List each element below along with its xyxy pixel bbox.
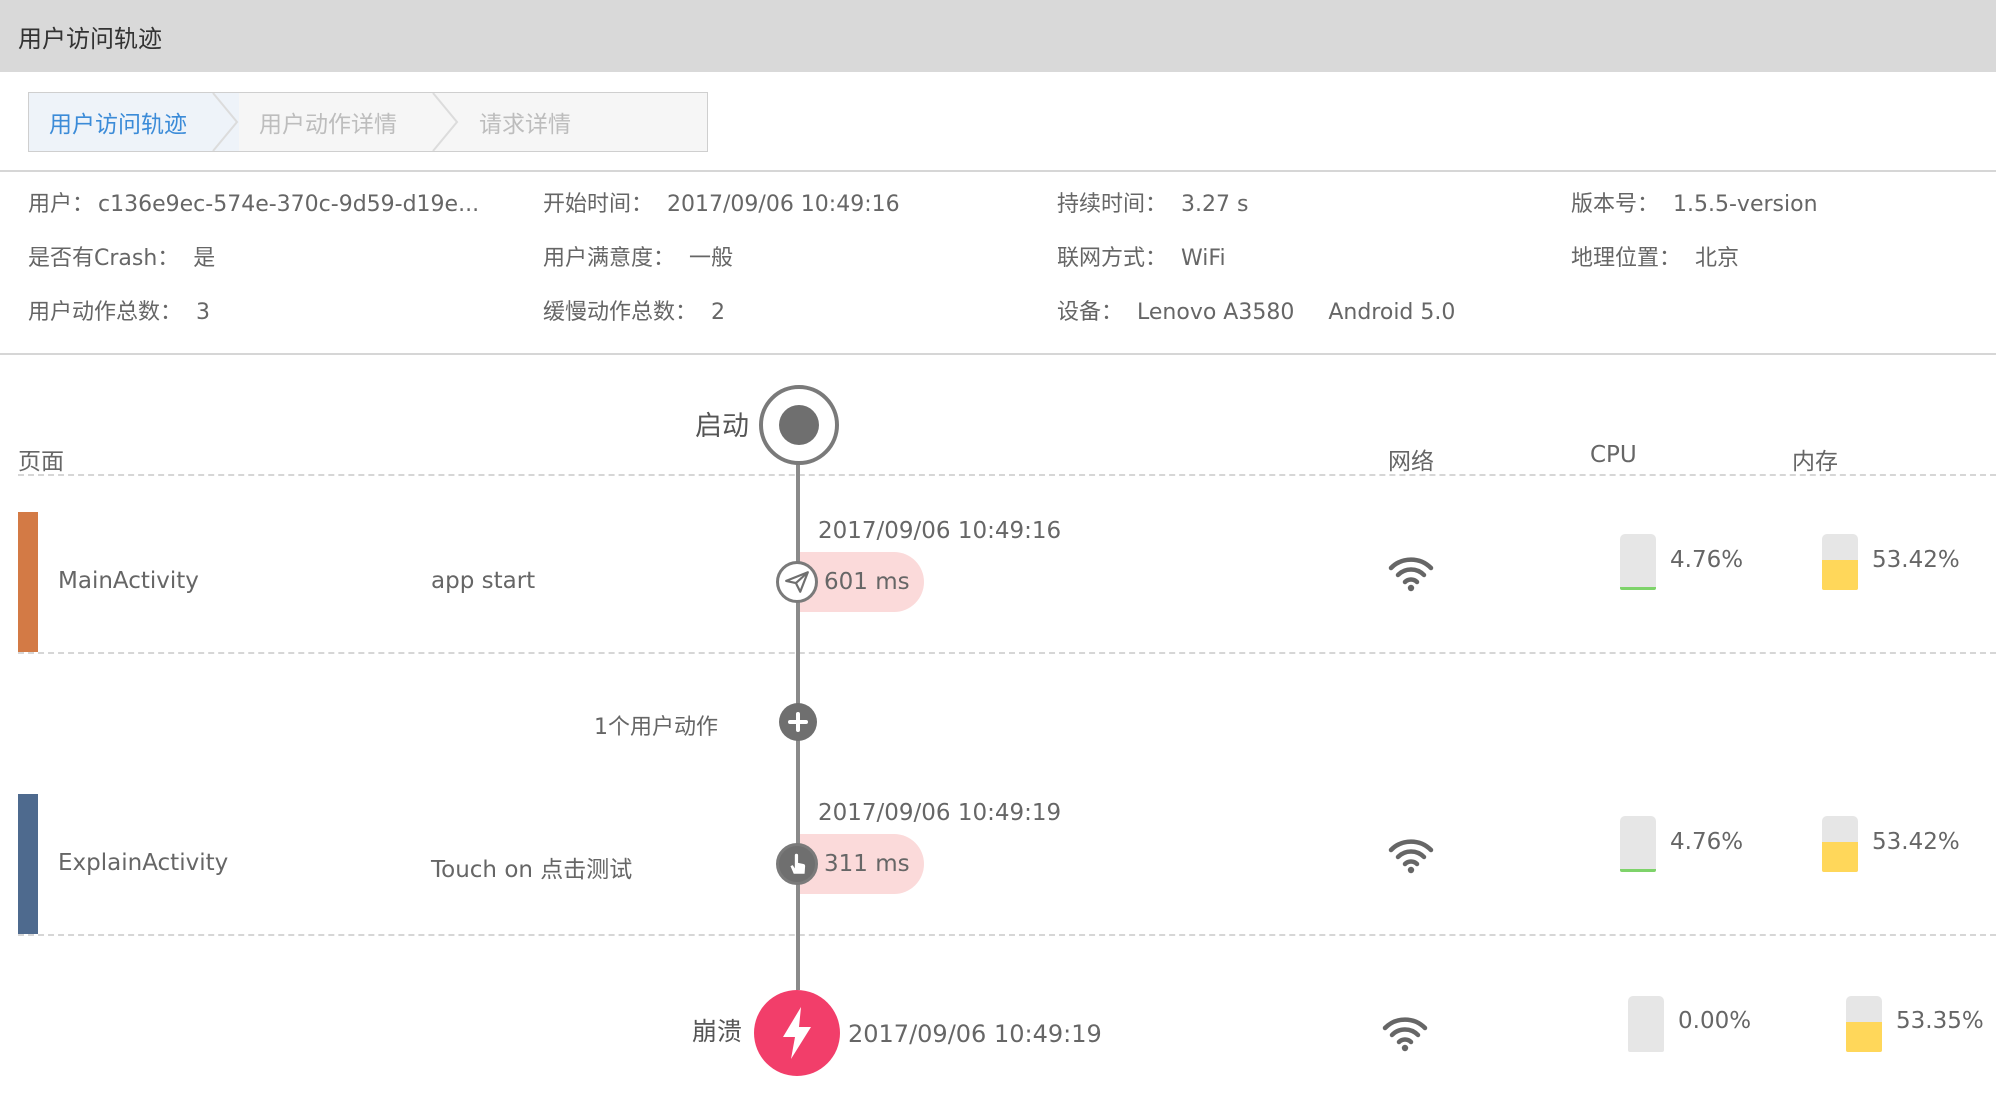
expand-plus-icon[interactable]: [779, 703, 817, 741]
action-time: 2017/09/06 10:49:16: [818, 518, 1062, 544]
row-divider: [18, 934, 1996, 936]
info-value: 3: [196, 300, 211, 325]
info-label: 版本号：: [1571, 192, 1660, 217]
wifi-icon: [1388, 557, 1434, 592]
info-label: 缓慢动作总数：: [543, 300, 698, 325]
start-label: 启动: [695, 411, 749, 442]
info-label: 用户动作总数：: [28, 300, 183, 325]
breadcrumb-label: 用户访问轨迹: [49, 112, 187, 138]
info-value: 2: [711, 300, 726, 325]
info-satisfaction: 用户满意度： 一般: [543, 240, 733, 272]
row-divider: [18, 474, 1996, 476]
info-value: Lenovo A3580: [1137, 300, 1295, 325]
info-value: WiFi: [1181, 246, 1226, 271]
column-header-network: 网络: [1388, 449, 1434, 475]
info-duration: 持续时间： 3.27 s: [1057, 186, 1248, 218]
collapsed-actions-label: 1个用户动作: [594, 715, 718, 740]
cpu-gauge: [1620, 534, 1656, 590]
column-header-cpu: CPU: [1590, 442, 1637, 468]
info-action-count: 用户动作总数： 3: [28, 294, 210, 326]
breadcrumb-request-detail[interactable]: 请求详情: [459, 93, 707, 151]
info-label: 联网方式：: [1057, 246, 1168, 271]
memory-gauge: [1822, 534, 1858, 590]
memory-value: 53.42%: [1872, 829, 1960, 855]
lightning-bolt-icon[interactable]: [754, 990, 840, 1076]
breadcrumb-label: 请求详情: [479, 112, 571, 138]
info-device: 设备： Lenovo A3580 Android 5.0: [1057, 294, 1455, 326]
info-location: 地理位置： 北京: [1571, 240, 1739, 272]
duration-value: 601 ms: [824, 569, 910, 595]
info-label: 开始时间：: [543, 192, 654, 217]
info-label: 地理位置：: [1571, 246, 1682, 271]
duration-badge[interactable]: 311 ms: [800, 834, 924, 894]
chevron-right-icon: [432, 93, 459, 151]
info-value: 一般: [689, 246, 734, 271]
duration-value: 311 ms: [824, 851, 910, 877]
page-color-bar: [18, 512, 38, 652]
info-value: 是: [193, 246, 216, 271]
breadcrumb: 用户访问轨迹 用户动作详情 请求详情: [28, 92, 708, 152]
memory-value: 53.42%: [1872, 547, 1960, 573]
action-time: 2017/09/06 10:49:19: [818, 800, 1062, 826]
hand-pointer-icon[interactable]: [776, 843, 818, 885]
page-name: MainActivity: [58, 568, 199, 594]
info-label: 持续时间：: [1057, 192, 1168, 217]
info-value: 3.27 s: [1181, 192, 1249, 217]
info-network: 联网方式： WiFi: [1057, 240, 1226, 272]
column-header-memory: 内存: [1792, 449, 1838, 475]
info-value: c136e9ec-574e-370c-9d59-d19e...: [98, 192, 480, 217]
info-label: 用户满意度：: [543, 246, 676, 271]
chevron-right-icon: [212, 93, 239, 151]
memory-gauge: [1846, 996, 1882, 1052]
action-name: app start: [431, 568, 536, 594]
divider: [0, 353, 1996, 355]
column-header-page: 页面: [18, 449, 64, 475]
divider: [0, 170, 1996, 172]
info-label: 用户：: [28, 192, 95, 217]
wifi-icon: [1388, 839, 1434, 874]
page-name: ExplainActivity: [58, 850, 229, 876]
cpu-value: 0.00%: [1678, 1008, 1752, 1034]
crash-label: 崩溃: [692, 1017, 743, 1046]
cpu-value: 4.76%: [1670, 547, 1744, 573]
info-slow-count: 缓慢动作总数： 2: [543, 294, 725, 326]
info-value: 1.5.5-version: [1673, 192, 1818, 217]
info-crash: 是否有Crash： 是: [28, 240, 215, 272]
row-divider: [18, 652, 1996, 654]
window-title: 用户访问轨迹: [0, 0, 1996, 72]
memory-value: 53.35%: [1896, 1008, 1984, 1034]
start-node-icon: [759, 385, 839, 465]
duration-badge[interactable]: 601 ms: [800, 552, 924, 612]
info-user: 用户： c136e9ec-574e-370c-9d59-d19e...: [28, 186, 479, 218]
crash-time: 2017/09/06 10:49:19: [848, 1020, 1102, 1048]
page-color-bar: [18, 794, 38, 934]
breadcrumb-user-trail[interactable]: 用户访问轨迹: [29, 93, 239, 151]
info-value: 2017/09/06 10:49:16: [667, 192, 900, 217]
info-label: 设备：: [1057, 300, 1124, 325]
wifi-icon: [1382, 1017, 1428, 1052]
action-name: Touch on 点击测试: [431, 857, 633, 883]
info-label: 是否有Crash：: [28, 246, 180, 271]
info-value: 北京: [1695, 246, 1740, 271]
breadcrumb-label: 用户动作详情: [259, 112, 397, 138]
info-value-os: Android 5.0: [1328, 300, 1456, 325]
breadcrumb-action-detail[interactable]: 用户动作详情: [239, 93, 459, 151]
info-version: 版本号： 1.5.5-version: [1571, 186, 1818, 218]
cpu-value: 4.76%: [1670, 829, 1744, 855]
cpu-gauge: [1628, 996, 1664, 1052]
info-start-time: 开始时间： 2017/09/06 10:49:16: [543, 186, 900, 218]
memory-gauge: [1822, 816, 1858, 872]
cpu-gauge: [1620, 816, 1656, 872]
paper-plane-icon[interactable]: [776, 561, 818, 603]
